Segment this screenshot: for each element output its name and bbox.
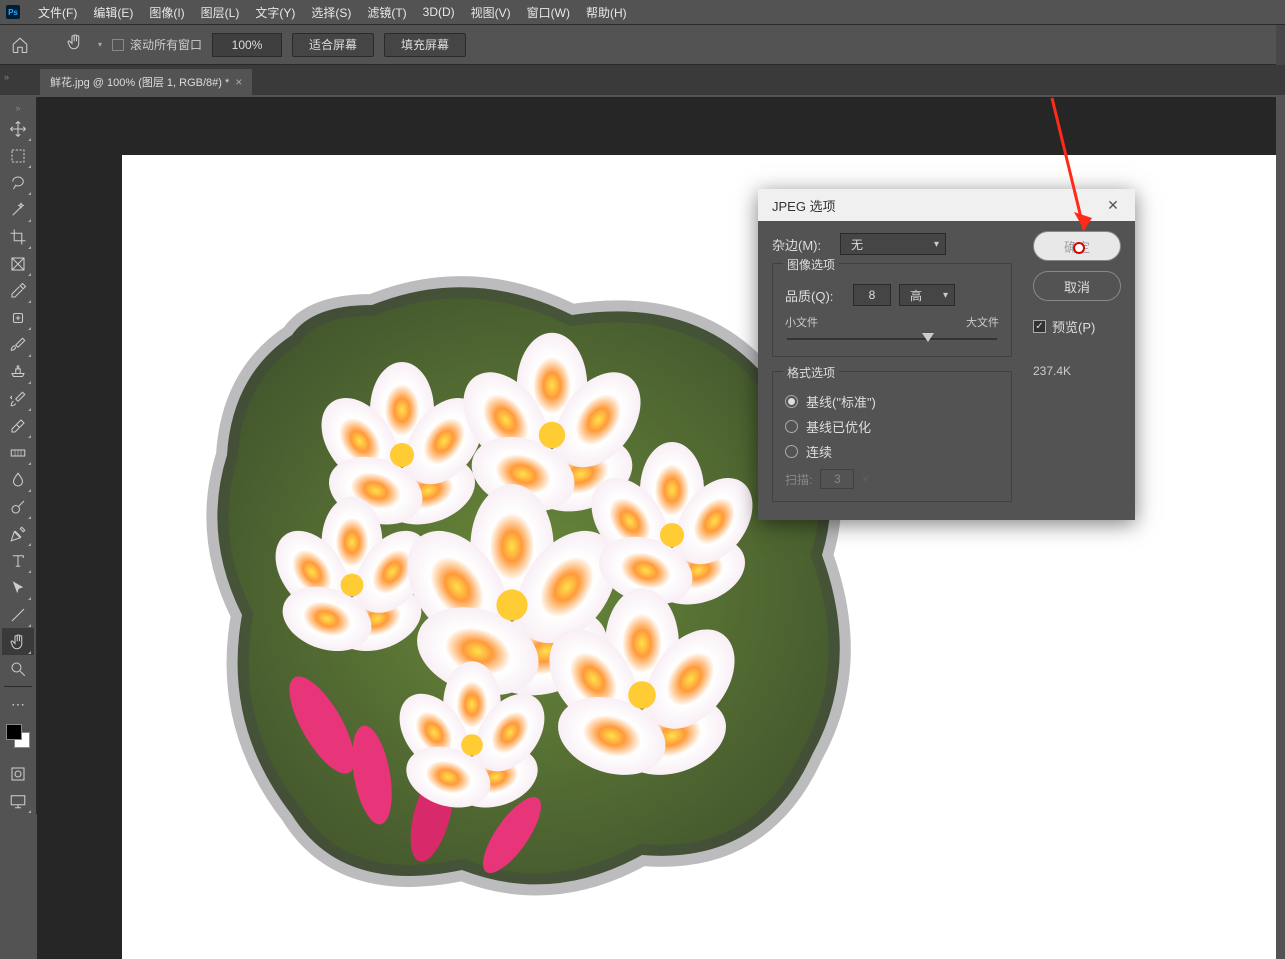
menu-bar: Ps 文件(F) 编辑(E) 图像(I) 图层(L) 文字(Y) 选择(S) 滤… (0, 0, 1285, 25)
lasso-tool[interactable] (2, 169, 34, 196)
fill-screen-button[interactable]: 填充屏幕 (384, 33, 466, 57)
menu-view[interactable]: 视图(V) (463, 4, 519, 21)
matte-select[interactable]: 无 (840, 233, 946, 255)
format-options-group: 格式选项 基线("标准") 基线已优化 连续 扫描: 3 ˅ (772, 371, 1012, 502)
menu-select[interactable]: 选择(S) (303, 4, 359, 21)
radio-icon[interactable] (785, 445, 798, 458)
more-tools-icon[interactable]: ⋯ (2, 691, 34, 718)
radio-icon[interactable] (785, 420, 798, 433)
scans-stepper-icon: ˅ (862, 474, 868, 485)
menu-filter[interactable]: 滤镜(T) (359, 4, 414, 21)
jpeg-options-dialog: JPEG 选项 ✕ 杂边(M): 无 图像选项 品质(Q): 8 高 小文件 大… (758, 189, 1135, 520)
radio-icon[interactable] (785, 395, 798, 408)
tool-preset-dropdown-icon[interactable]: ▾ (98, 40, 102, 49)
clone-stamp-tool[interactable] (2, 358, 34, 385)
marquee-tool[interactable] (2, 142, 34, 169)
format-options-title: 格式选项 (783, 364, 839, 381)
format-baseline-standard-option[interactable]: 基线("标准") (785, 392, 999, 411)
format-progressive-option[interactable]: 连续 (785, 442, 999, 461)
screen-mode-icon[interactable] (2, 787, 34, 814)
tools-panel: » ⋯ (0, 97, 37, 814)
brush-tool[interactable] (2, 331, 34, 358)
scroll-all-windows-checkbox[interactable] (112, 39, 124, 51)
menu-layer[interactable]: 图层(L) (193, 4, 248, 21)
move-tool[interactable] (2, 115, 34, 142)
dialog-close-icon[interactable]: ✕ (1101, 193, 1125, 217)
options-bar: ▾ 滚动所有窗口 100% 适合屏幕 填充屏幕 (0, 25, 1285, 65)
scans-label: 扫描: (785, 471, 812, 488)
gradient-tool[interactable] (2, 439, 34, 466)
image-options-title: 图像选项 (783, 256, 839, 273)
image-options-group: 图像选项 品质(Q): 8 高 小文件 大文件 (772, 263, 1012, 357)
menu-help[interactable]: 帮助(H) (578, 4, 635, 21)
tools-expand-icon[interactable]: » (0, 101, 36, 115)
quality-preset-select[interactable]: 高 (899, 284, 955, 306)
preview-checkbox[interactable]: ✓ (1033, 320, 1046, 333)
current-tool-hand-icon[interactable] (62, 33, 88, 56)
tab-close-icon[interactable]: × (235, 75, 242, 89)
format-baseline-optimized-option[interactable]: 基线已优化 (785, 417, 999, 436)
magic-wand-tool[interactable] (2, 196, 34, 223)
home-icon[interactable] (10, 36, 30, 54)
dialog-titlebar[interactable]: JPEG 选项 ✕ (758, 189, 1135, 221)
document-tab-title: 鲜花.jpg @ 100% (图层 1, RGB/8#) * (50, 74, 229, 90)
frame-tool[interactable] (2, 250, 34, 277)
tab-bar-expand-icon[interactable]: » (4, 72, 9, 82)
hand-tool[interactable] (2, 628, 34, 655)
document-tab-bar: 鲜花.jpg @ 100% (图层 1, RGB/8#) * × (0, 65, 1285, 95)
path-selection-tool[interactable] (2, 574, 34, 601)
healing-brush-tool[interactable] (2, 304, 34, 331)
zoom-level-field[interactable]: 100% (212, 33, 282, 57)
quality-input[interactable]: 8 (853, 284, 891, 306)
zoom-tool[interactable] (2, 655, 34, 682)
type-tool[interactable] (2, 547, 34, 574)
scroll-all-windows-option[interactable]: 滚动所有窗口 (112, 36, 202, 53)
foreground-color-swatch[interactable] (6, 724, 22, 740)
quality-label: 品质(Q): (785, 286, 845, 305)
file-size-label: 237.4K (1033, 364, 1121, 378)
pen-tool[interactable] (2, 520, 34, 547)
quality-slider-thumb[interactable] (922, 333, 934, 342)
preview-option[interactable]: ✓ 预览(P) (1033, 317, 1121, 336)
menu-edit[interactable]: 编辑(E) (85, 4, 141, 21)
eraser-tool[interactable] (2, 412, 34, 439)
matte-label: 杂边(M): (772, 235, 832, 254)
cancel-button[interactable]: 取消 (1033, 271, 1121, 301)
history-brush-tool[interactable] (2, 385, 34, 412)
document-tab[interactable]: 鲜花.jpg @ 100% (图层 1, RGB/8#) * × (40, 69, 252, 95)
crop-tool[interactable] (2, 223, 34, 250)
menu-file[interactable]: 文件(F) (30, 4, 85, 21)
dialog-title: JPEG 选项 (772, 196, 836, 215)
menu-type[interactable]: 文字(Y) (247, 4, 303, 21)
panel-dock-edge (1276, 25, 1285, 65)
large-file-label: 大文件 (966, 314, 999, 330)
small-file-label: 小文件 (785, 314, 818, 330)
scans-input: 3 (820, 469, 854, 489)
menu-window[interactable]: 窗口(W) (519, 4, 578, 21)
dodge-tool[interactable] (2, 493, 34, 520)
eyedropper-tool[interactable] (2, 277, 34, 304)
fit-screen-button[interactable]: 适合屏幕 (292, 33, 374, 57)
preview-label: 预览(P) (1052, 317, 1095, 336)
quality-slider[interactable] (787, 338, 997, 340)
ok-button[interactable]: 确定 (1033, 231, 1121, 261)
cursor-icon (1071, 240, 1083, 252)
blur-tool[interactable] (2, 466, 34, 493)
menu-3d[interactable]: 3D(D) (415, 5, 463, 19)
app-logo-icon: Ps (6, 5, 20, 19)
quick-mask-icon[interactable] (2, 760, 34, 787)
scans-row: 扫描: 3 ˅ (785, 469, 999, 489)
color-swatches[interactable] (4, 724, 32, 754)
menu-image[interactable]: 图像(I) (141, 4, 192, 21)
scroll-all-windows-label: 滚动所有窗口 (130, 36, 202, 53)
line-tool[interactable] (2, 601, 34, 628)
